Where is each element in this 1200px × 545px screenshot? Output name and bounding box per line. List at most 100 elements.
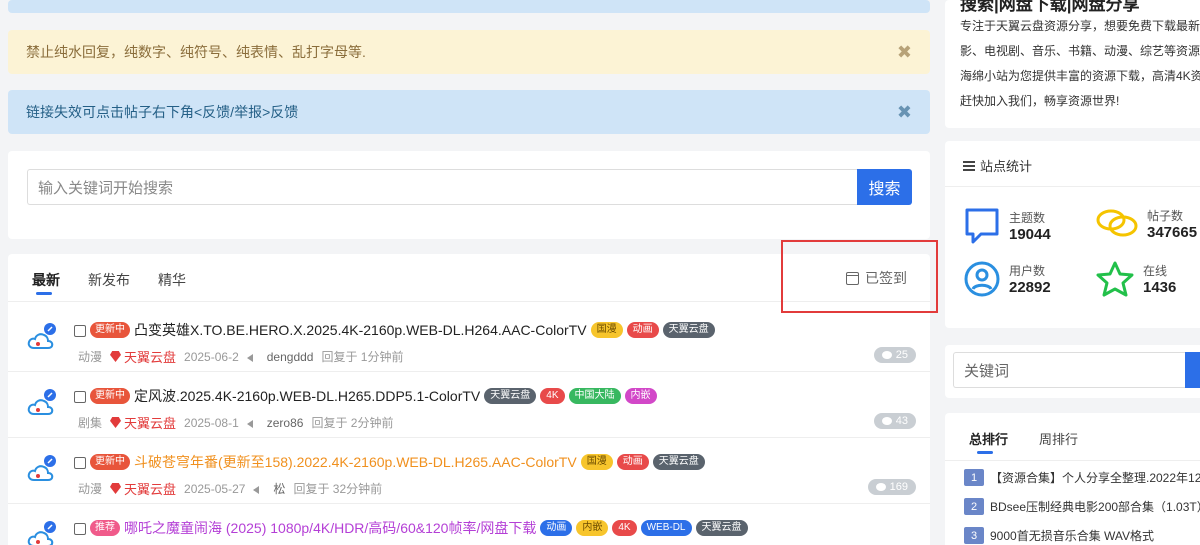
search-input[interactable]: 输入关键词开始搜索 bbox=[27, 169, 859, 205]
post-title[interactable]: 凸变英雄X.TO.BE.HERO.X.2025.4K-2160p.WEB-DL.… bbox=[134, 320, 587, 340]
tag[interactable]: 国漫 bbox=[590, 322, 623, 338]
tag[interactable]: 天翼云盘 bbox=[662, 322, 715, 338]
tag[interactable]: 动画 bbox=[616, 454, 649, 470]
reply-time: 回复于 1分钟前 bbox=[321, 350, 404, 364]
cloud-pin-icon bbox=[27, 323, 56, 349]
stats-heading: 站点统计 bbox=[963, 156, 1032, 175]
site-intro-title: 搜索|网盘下载|网盘分享 bbox=[960, 0, 1140, 14]
feedback-alert: 链接失效可点击帖子右下角<反馈/举报>反馈 ✖ bbox=[8, 90, 930, 134]
tag[interactable]: 动画 bbox=[540, 520, 573, 536]
site-intro-card: 搜索|网盘下载|网盘分享 专注于天翼云盘资源分享，想要免费下载最新 影、电视剧、… bbox=[945, 0, 1200, 128]
list-item[interactable]: 推荐 哪吒之魔童闹海 (2025) 1080p/4K/HDR/高码/60&120… bbox=[8, 504, 930, 545]
ranking-item[interactable]: 3 9000首无损音乐合集 WAV格式 bbox=[964, 527, 1154, 544]
post-date: 2025-06-2 bbox=[184, 349, 239, 364]
post-title-line: 更新中 凸变英雄X.TO.BE.HERO.X.2025.4K-2160p.WEB… bbox=[90, 320, 715, 340]
reply-count: 25 bbox=[873, 347, 916, 363]
tag[interactable]: 内嵌 bbox=[576, 520, 609, 536]
site-intro-text: 专注于天翼云盘资源分享，想要免费下载最新 影、电视剧、音乐、书籍、动漫、综艺等资… bbox=[960, 14, 1200, 114]
tag[interactable]: 内嵌 bbox=[624, 388, 657, 404]
ranking-item-title: BDsee压制经典电影200部合集（1.03T） bbox=[990, 500, 1200, 514]
page: 禁止纯水回复，纯数字、纯符号、纯表情、乱打字母等. ✖ 链接失效可点击帖子右下角… bbox=[0, 0, 1200, 545]
stat-label: 用户数 bbox=[1009, 264, 1046, 278]
list-item[interactable]: 更新中 凸变英雄X.TO.BE.HERO.X.2025.4K-2160p.WEB… bbox=[8, 306, 930, 372]
search-button[interactable]: 搜索 bbox=[857, 169, 912, 205]
forum-label: 天翼云盘 bbox=[124, 416, 177, 431]
post-meta: 动漫 天翼云盘 2025-05-27 松 回复于 32分钟前 bbox=[78, 479, 382, 498]
tab-weekly-ranking[interactable]: 周排行 bbox=[1039, 429, 1078, 448]
username[interactable]: dengddd bbox=[267, 350, 314, 364]
chat-bubbles-icon bbox=[1096, 209, 1138, 237]
select-checkbox[interactable] bbox=[74, 457, 86, 469]
post-title-line: 更新中 斗破苍穹年番(更新至158).2022.4K-2160p.WEB-DL.… bbox=[90, 452, 705, 472]
intro-line: 影、电视剧、音乐、书籍、动漫、综艺等资源 bbox=[960, 44, 1200, 58]
tab-featured[interactable]: 精华 bbox=[158, 270, 186, 290]
tab-total-ranking[interactable]: 总排行 bbox=[969, 429, 1008, 454]
forum-label: 天翼云盘 bbox=[124, 482, 177, 497]
tab-new[interactable]: 新发布 bbox=[88, 270, 130, 290]
feedback-alert-text: 链接失效可点击帖子右下角<反馈/举报>反馈 bbox=[26, 104, 299, 120]
stat-value: 22892 bbox=[1009, 279, 1051, 296]
reply-icon bbox=[246, 352, 259, 362]
select-checkbox[interactable] bbox=[74, 391, 86, 403]
list-item[interactable]: 更新中 定风波.2025.4K-2160p.WEB-DL.H265.DDP5.1… bbox=[8, 372, 930, 438]
username[interactable]: zero86 bbox=[267, 416, 304, 430]
category[interactable]: 剧集 bbox=[78, 414, 102, 431]
tag[interactable]: 天翼云盘 bbox=[652, 454, 705, 470]
stat-label: 在线 bbox=[1143, 264, 1168, 278]
sidebar-search-input[interactable]: 关键词 bbox=[953, 352, 1185, 388]
forum-link[interactable]: 天翼云盘 bbox=[110, 347, 176, 366]
stat-value: 1436 bbox=[1143, 279, 1177, 296]
close-icon[interactable]: ✖ bbox=[897, 102, 912, 123]
tag[interactable]: 动画 bbox=[626, 322, 659, 338]
tab-latest[interactable]: 最新 bbox=[32, 270, 60, 295]
forum-link[interactable]: 天翼云盘 bbox=[110, 479, 176, 498]
tag[interactable]: WEB-DL bbox=[640, 520, 692, 536]
intro-line: 专注于天翼云盘资源分享，想要免费下载最新 bbox=[960, 19, 1200, 33]
post-title-line: 推荐 哪吒之魔童闹海 (2025) 1080p/4K/HDR/高码/60&120… bbox=[90, 518, 748, 538]
post-title[interactable]: 斗破苍穹年番(更新至158).2022.4K-2160p.WEB-DL.H265… bbox=[134, 452, 577, 472]
post-title-line: 更新中 定风波.2025.4K-2160p.WEB-DL.H265.DDP5.1… bbox=[90, 386, 657, 406]
post-date: 2025-05-27 bbox=[184, 481, 246, 496]
stat-label: 主题数 bbox=[1009, 211, 1046, 225]
post-meta: 剧集 天翼云盘 2025-08-1 zero86 回复于 2分钟前 bbox=[78, 413, 393, 432]
select-checkbox[interactable] bbox=[74, 523, 86, 535]
post-date: 2025-08-1 bbox=[184, 415, 239, 430]
rule-alert: 禁止纯水回复，纯数字、纯符号、纯表情、乱打字母等. ✖ bbox=[8, 30, 930, 74]
post-title[interactable]: 哪吒之魔童闹海 (2025) 1080p/4K/HDR/高码/60&120帧率/… bbox=[124, 518, 536, 538]
ranking-item-title: 【资源合集】个人分享全整理.2022年12 bbox=[990, 471, 1200, 485]
username[interactable]: 松 bbox=[273, 480, 285, 497]
ranking-card: 总排行 周排行 1 【资源合集】个人分享全整理.2022年12 2 BDsee压… bbox=[945, 413, 1200, 545]
ranking-item[interactable]: 2 BDsee压制经典电影200部合集（1.03T） bbox=[964, 498, 1200, 515]
select-checkbox[interactable] bbox=[74, 325, 86, 337]
tag[interactable]: 4K bbox=[540, 388, 565, 404]
tag[interactable]: 天翼云盘 bbox=[695, 520, 748, 536]
stat-label: 帖子数 bbox=[1147, 209, 1184, 223]
sidebar-search-button[interactable] bbox=[1185, 352, 1200, 388]
rank-number: 3 bbox=[964, 527, 984, 544]
divider bbox=[945, 186, 1200, 187]
comment-icon bbox=[881, 351, 892, 359]
reply-count-value: 43 bbox=[895, 415, 908, 427]
post-title[interactable]: 定风波.2025.4K-2160p.WEB-DL.H265.DDP5.1-Col… bbox=[134, 386, 480, 406]
status-badge: 推荐 bbox=[90, 520, 120, 536]
tag[interactable]: 国漫 bbox=[580, 454, 613, 470]
tag[interactable]: 天翼云盘 bbox=[484, 388, 537, 404]
gem-icon bbox=[110, 483, 122, 494]
category[interactable]: 动漫 bbox=[78, 348, 102, 365]
tag[interactable]: 中国大陆 bbox=[568, 388, 621, 404]
list-item[interactable]: 更新中 斗破苍穹年番(更新至158).2022.4K-2160p.WEB-DL.… bbox=[8, 438, 930, 504]
forum-link[interactable]: 天翼云盘 bbox=[110, 413, 176, 432]
ranking-item-title: 9000首无损音乐合集 WAV格式 bbox=[990, 529, 1155, 543]
cloud-pin-icon bbox=[27, 521, 56, 545]
rank-number: 1 bbox=[964, 469, 984, 486]
gem-icon bbox=[110, 351, 122, 362]
status-badge: 更新中 bbox=[90, 322, 130, 338]
tag[interactable]: 4K bbox=[612, 520, 637, 536]
cloud-pin-icon bbox=[27, 455, 56, 481]
category[interactable]: 动漫 bbox=[78, 480, 102, 497]
comment-icon bbox=[875, 483, 886, 491]
ranking-item[interactable]: 1 【资源合集】个人分享全整理.2022年12 bbox=[964, 469, 1200, 486]
reply-time: 回复于 32分钟前 bbox=[293, 482, 383, 496]
rule-alert-text: 禁止纯水回复，纯数字、纯符号、纯表情、乱打字母等. bbox=[26, 44, 366, 60]
close-icon[interactable]: ✖ bbox=[897, 42, 912, 63]
